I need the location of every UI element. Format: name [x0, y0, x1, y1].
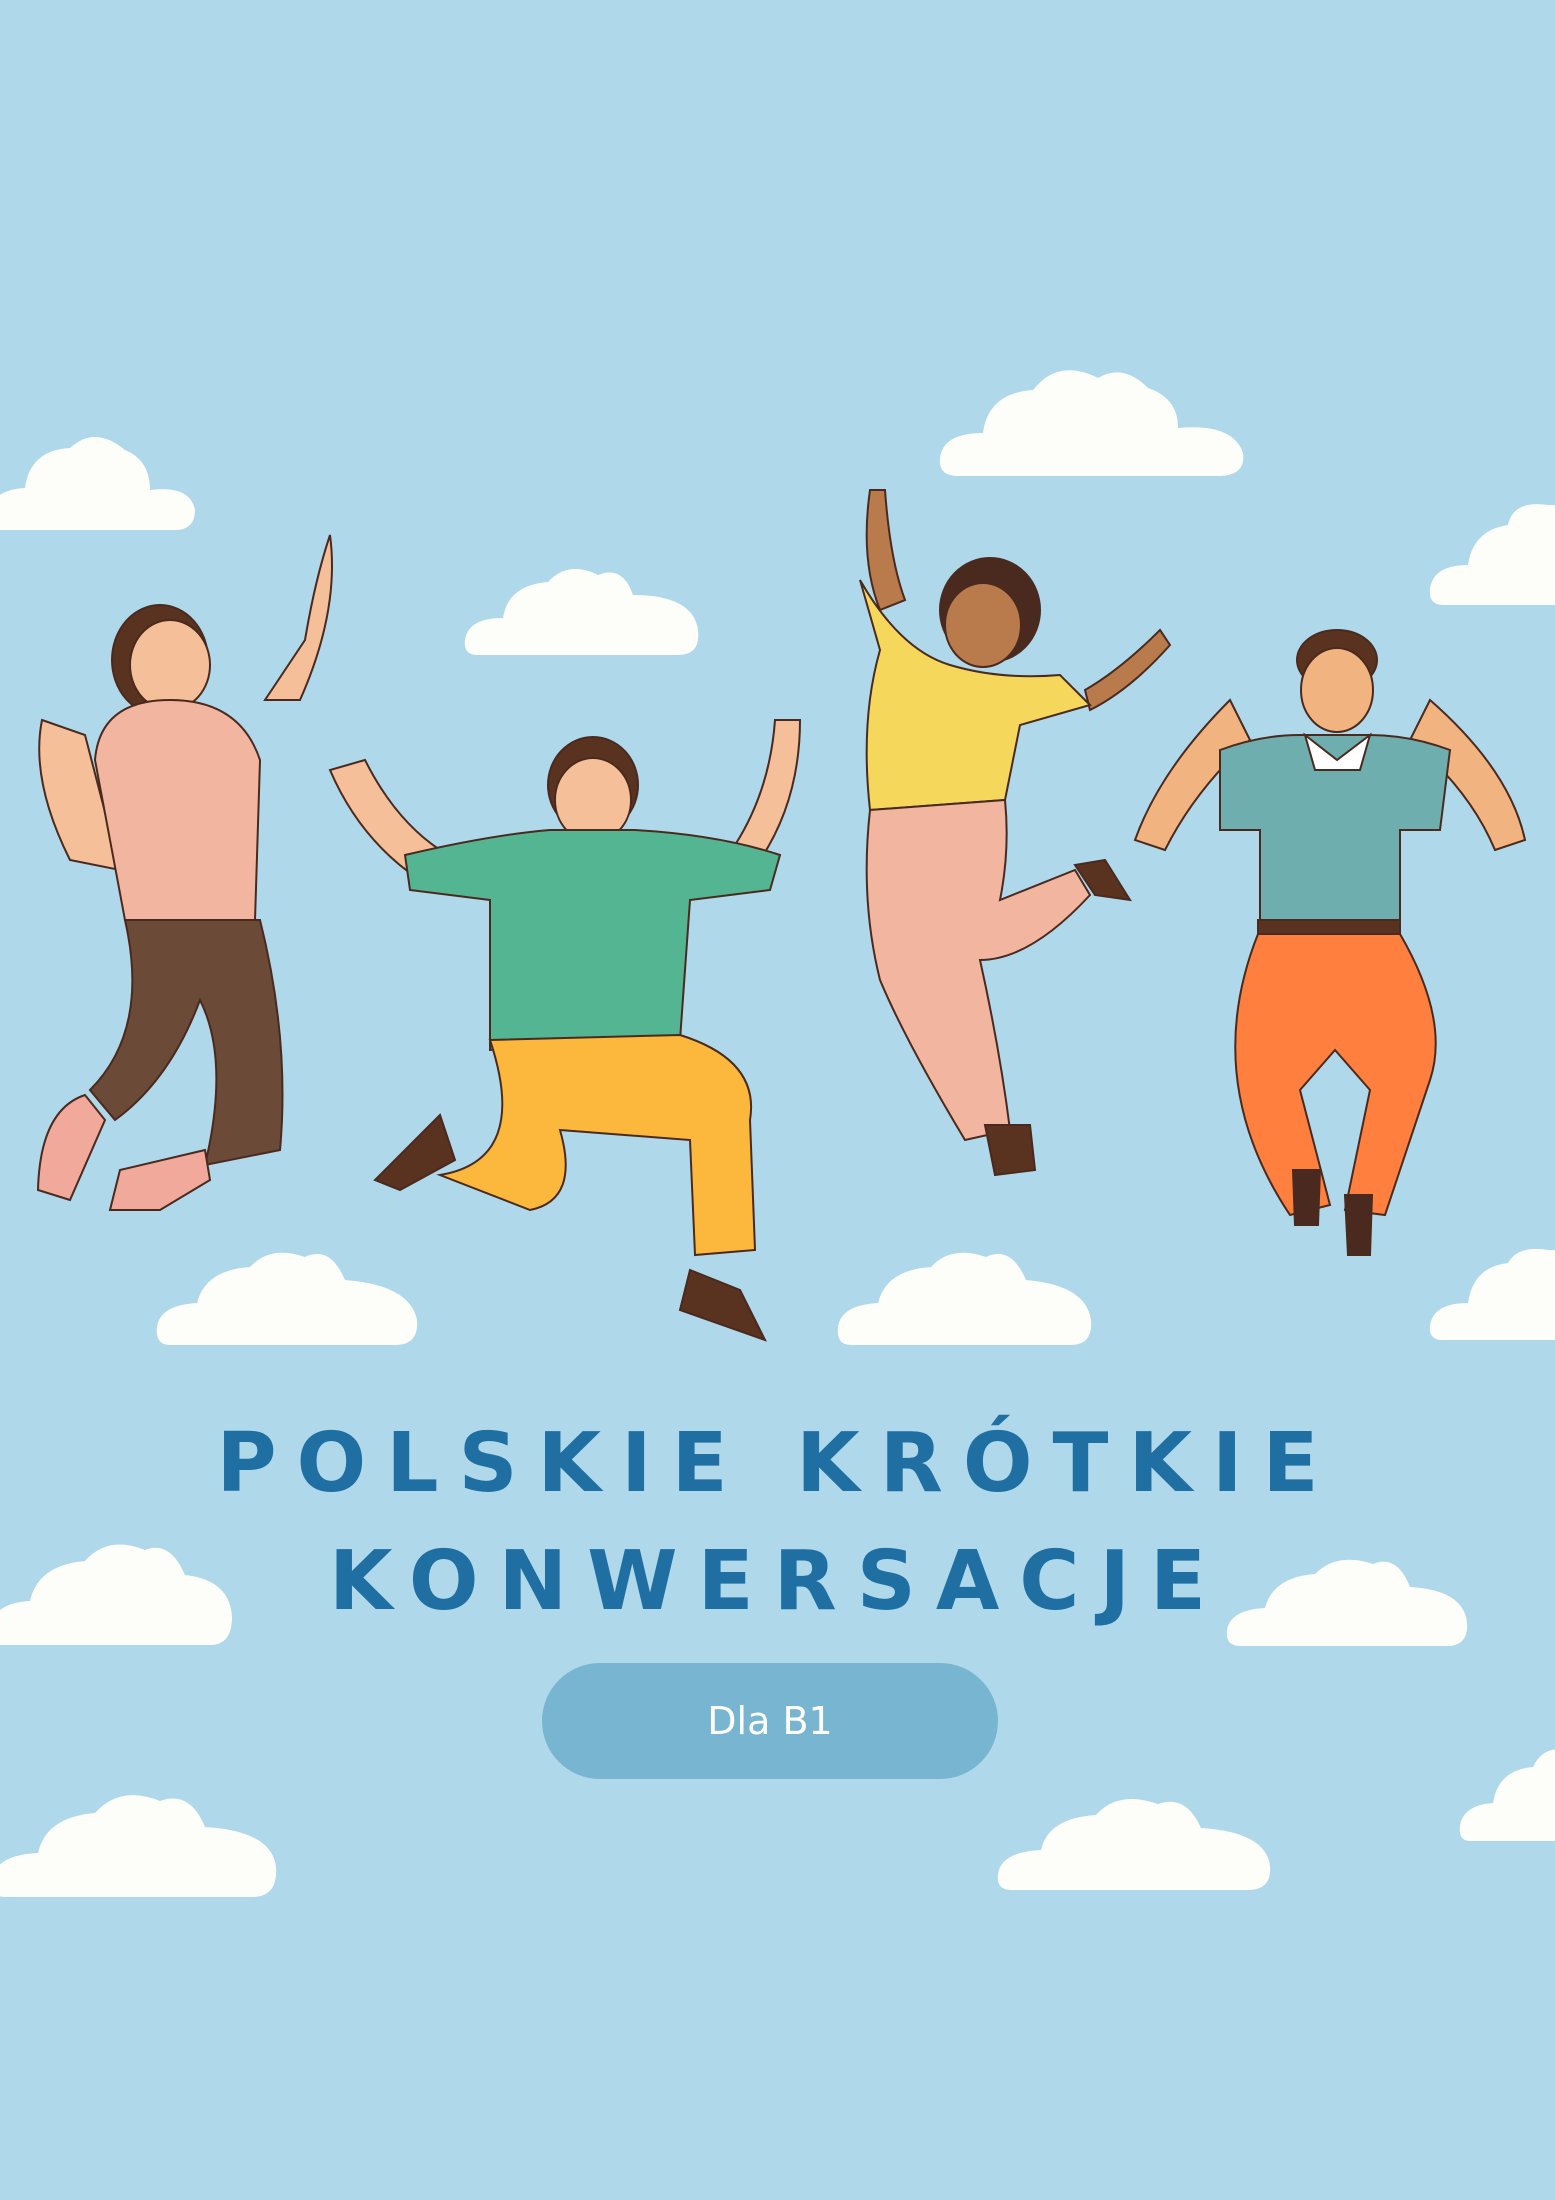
cover-page: POLSKIE KRÓTKIE KONWERSACJE Dla B1	[0, 0, 1555, 2200]
cloud-icon	[997, 1798, 1271, 1890]
person-4-figure	[1133, 629, 1527, 1256]
person-2-figure	[328, 719, 802, 1342]
cloud-icon	[0, 1795, 277, 1897]
person-3-figure	[859, 489, 1172, 1177]
person-1-figure	[36, 534, 333, 1211]
jumping-people-illustration	[36, 489, 1527, 1342]
cloud-icon	[1459, 1749, 1555, 1841]
cover-title: POLSKIE KRÓTKIE KONWERSACJE	[0, 1405, 1555, 1641]
cover-title-line-1: POLSKIE KRÓTKIE	[216, 1416, 1339, 1511]
cover-title-line-2: KONWERSACJE	[328, 1534, 1227, 1629]
level-badge: Dla B1	[542, 1663, 998, 1779]
